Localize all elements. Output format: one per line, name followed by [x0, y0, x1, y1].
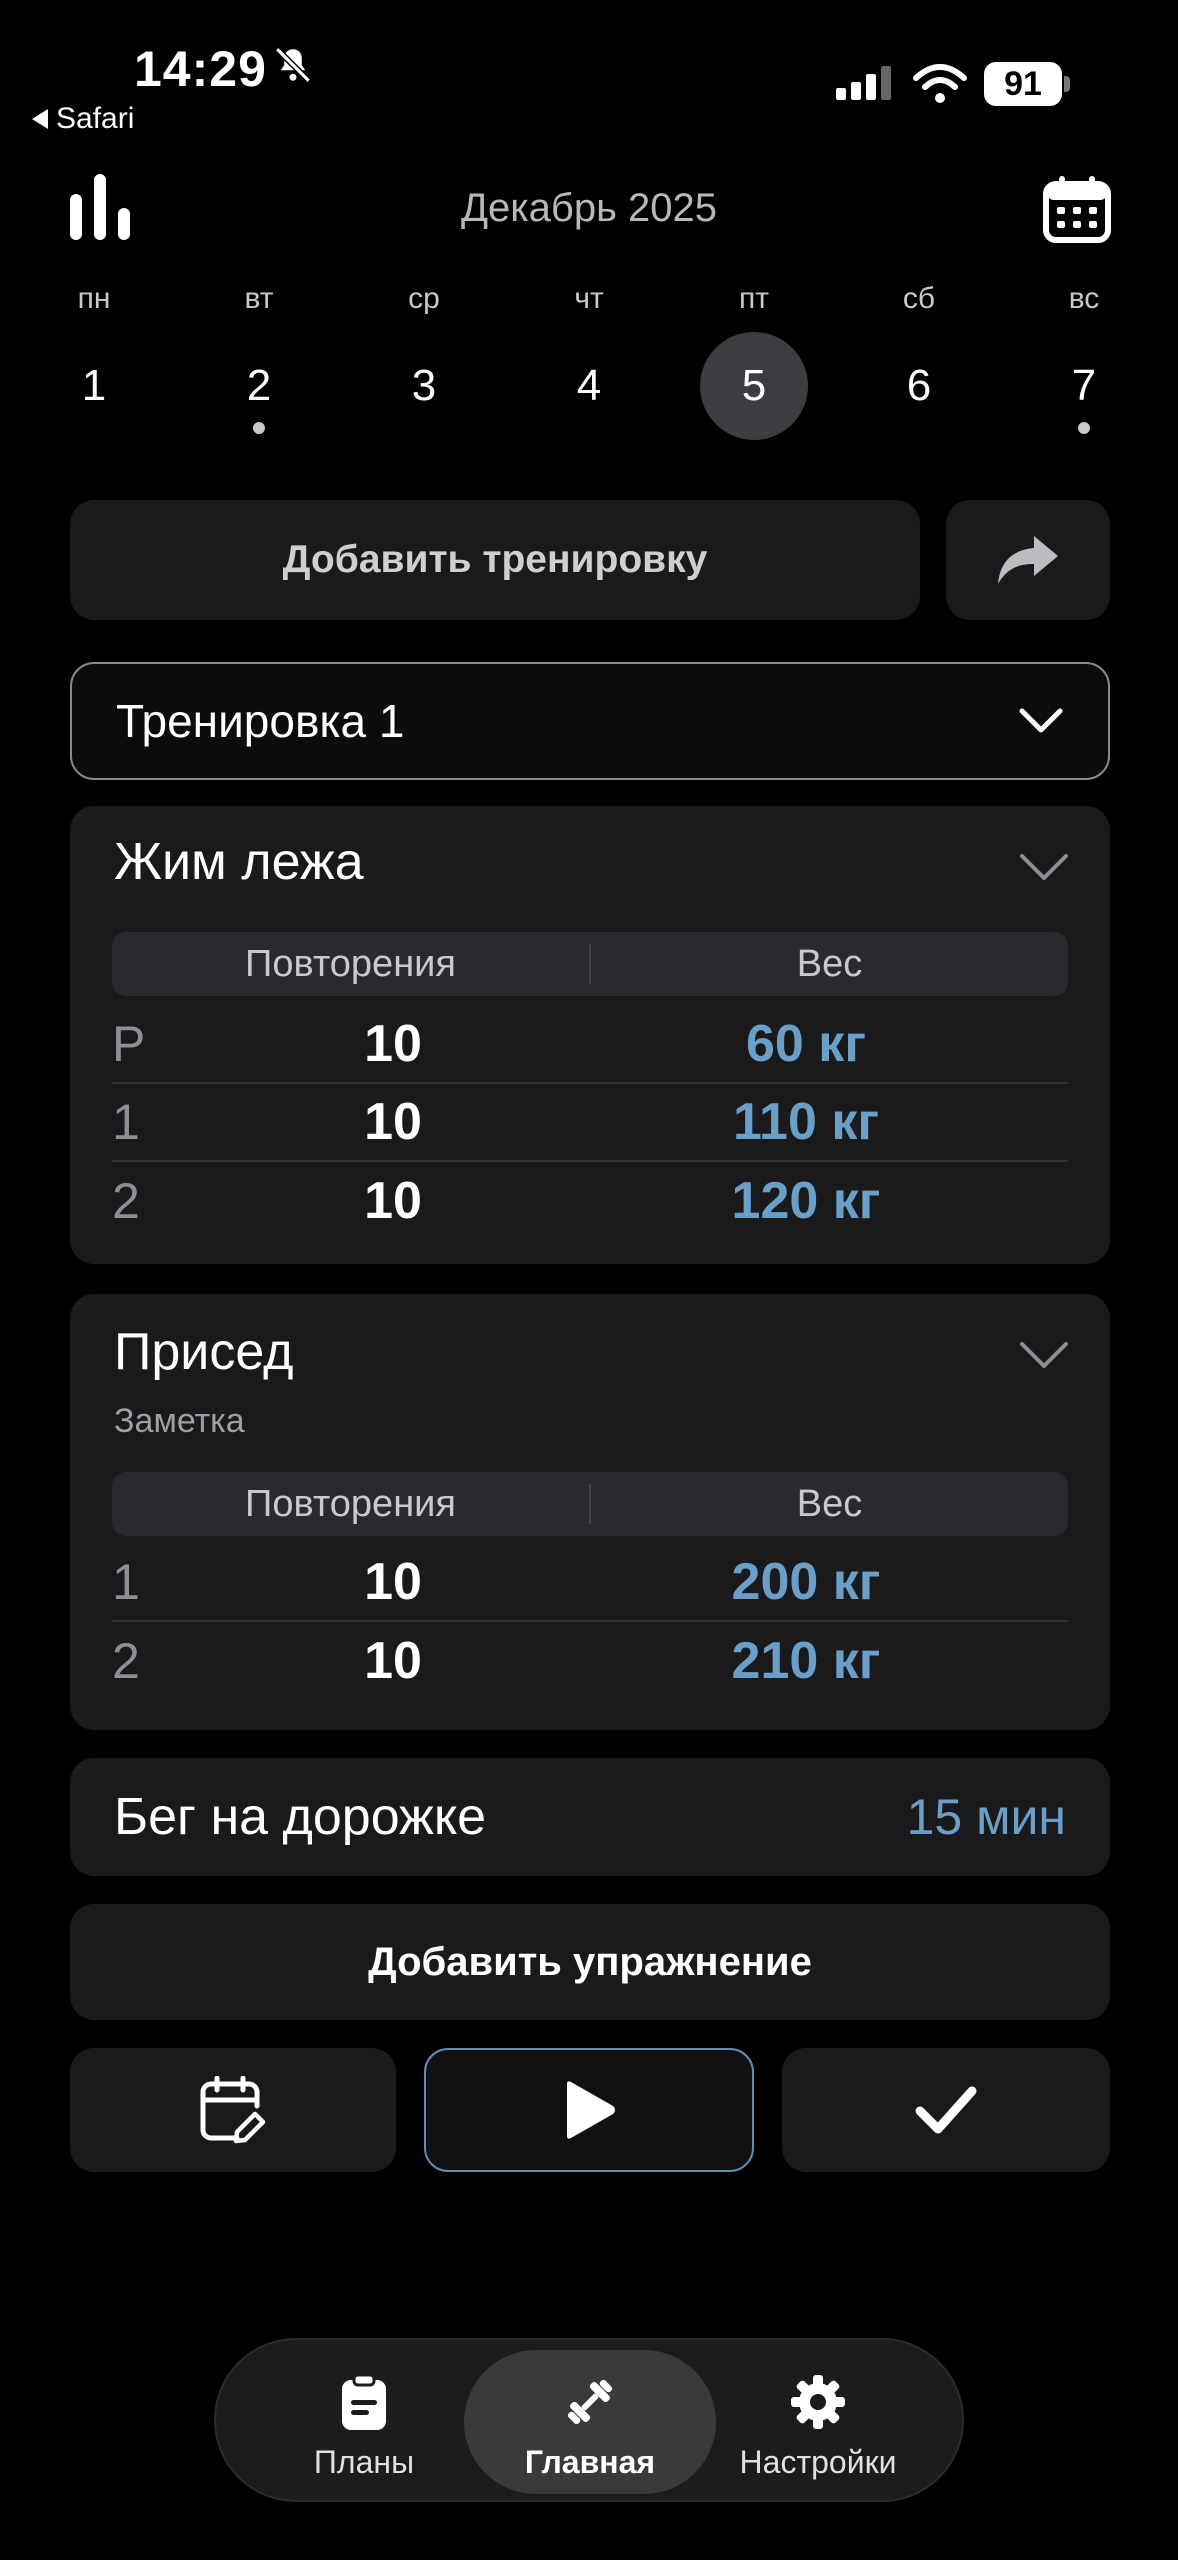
- finish-workout-button[interactable]: [782, 2048, 1110, 2172]
- exercise-card: Присед Заметка Повторения Вес 1 10 200 к…: [70, 1294, 1110, 1730]
- battery-level: 91: [984, 62, 1062, 106]
- battery-tip: [1064, 76, 1070, 92]
- tab-bar: Планы Главная Настройки: [214, 2338, 964, 2502]
- set-index: 1: [112, 1554, 140, 1610]
- week-strip: пн 1 вт 2 ср 3 чт 4 пт 5 сб 6 вс 7: [32, 282, 1146, 442]
- tab-label: Настройки: [739, 2444, 897, 2480]
- exercise-title[interactable]: Жим лежа: [114, 832, 364, 892]
- gear-icon: [791, 2375, 845, 2429]
- clipboard-icon: [342, 2373, 386, 2430]
- day-wed[interactable]: ср 3: [362, 282, 486, 442]
- status-time: 14:29: [134, 41, 267, 97]
- set-index: 1: [112, 1094, 140, 1150]
- cardio-duration[interactable]: 15 мин: [907, 1788, 1066, 1846]
- dumbbell-icon: [567, 2379, 613, 2425]
- day-name: пн: [77, 282, 111, 315]
- set-weight[interactable]: 200 кг: [656, 1552, 956, 1612]
- cardio-exercise-card[interactable]: Бег на дорожке 15 мин: [70, 1758, 1110, 1876]
- exercise-note[interactable]: Заметка: [114, 1402, 245, 1441]
- workout-dot: [1078, 422, 1090, 434]
- set-weight[interactable]: 60 кг: [656, 1014, 956, 1074]
- col-reps-header: Повторения: [245, 942, 456, 985]
- day-name: вс: [1068, 282, 1100, 315]
- day-number: 1: [81, 361, 107, 410]
- set-reps[interactable]: 10: [318, 1171, 468, 1231]
- share-button[interactable]: [946, 500, 1110, 620]
- wifi-icon: [913, 64, 967, 103]
- day-thu[interactable]: чт 4: [527, 282, 651, 442]
- checkmark-icon: [915, 2086, 977, 2134]
- exercise-title[interactable]: Присед: [114, 1322, 293, 1382]
- col-weight-header: Вес: [796, 1482, 863, 1525]
- set-index: 2: [112, 1173, 140, 1229]
- day-number: 6: [906, 361, 932, 410]
- tab-label: Планы: [313, 2444, 415, 2480]
- set-reps[interactable]: 10: [318, 1631, 468, 1691]
- set-row[interactable]: Р 10 60 кг: [112, 1006, 1068, 1084]
- day-name: сб: [902, 282, 936, 315]
- day-name: чт: [574, 282, 604, 315]
- back-to-safari-link[interactable]: Safari: [32, 102, 134, 136]
- workout-select[interactable]: Тренировка 1: [70, 662, 1110, 780]
- calendar-icon[interactable]: [1042, 174, 1112, 244]
- battery-indicator: 91: [984, 62, 1074, 108]
- back-arrow-icon: [32, 109, 48, 129]
- set-row[interactable]: 2 10 210 кг: [112, 1622, 1068, 1700]
- day-name: вт: [244, 282, 274, 315]
- share-arrow-icon: [998, 536, 1058, 584]
- sets-table-header: Повторения Вес: [112, 1472, 1068, 1536]
- chevron-down-icon[interactable]: [1018, 852, 1070, 882]
- day-number: 5: [700, 332, 808, 440]
- day-tue[interactable]: вт 2: [197, 282, 321, 442]
- day-mon[interactable]: пн 1: [32, 282, 156, 442]
- workout-select-value: Тренировка 1: [116, 695, 405, 747]
- set-reps[interactable]: 10: [318, 1014, 468, 1074]
- bell-slash-icon: [275, 47, 311, 83]
- add-workout-button[interactable]: Добавить тренировку: [70, 500, 920, 620]
- day-fri-selected[interactable]: пт 5: [692, 282, 816, 442]
- chevron-down-icon: [1019, 708, 1063, 733]
- set-row[interactable]: 1 10 200 кг: [112, 1544, 1068, 1622]
- month-title[interactable]: Декабрь 2025: [0, 186, 1178, 231]
- set-index: Р: [112, 1016, 146, 1072]
- set-weight[interactable]: 210 кг: [656, 1631, 956, 1691]
- day-sat[interactable]: сб 6: [857, 282, 981, 442]
- cardio-name: Бег на дорожке: [114, 1788, 487, 1846]
- tab-home[interactable]: Главная: [464, 2350, 716, 2494]
- set-weight[interactable]: 120 кг: [656, 1171, 956, 1231]
- tab-label: Главная: [524, 2444, 656, 2480]
- edit-date-button[interactable]: [70, 2048, 396, 2172]
- day-name: ср: [408, 282, 440, 315]
- set-weight[interactable]: 110 кг: [656, 1092, 956, 1152]
- day-name: пт: [739, 282, 769, 315]
- chevron-down-icon[interactable]: [1018, 1340, 1070, 1370]
- set-reps[interactable]: 10: [318, 1552, 468, 1612]
- calendar-edit-icon: [200, 2076, 266, 2144]
- col-reps-header: Повторения: [245, 1482, 456, 1525]
- back-label: Safari: [56, 102, 135, 135]
- add-exercise-button[interactable]: Добавить упражнение: [70, 1904, 1110, 2020]
- set-row[interactable]: 2 10 120 кг: [112, 1162, 1068, 1240]
- day-number: 3: [411, 361, 437, 410]
- cellular-signal-icon: [836, 66, 891, 100]
- day-sun[interactable]: вс 7: [1022, 282, 1146, 442]
- exercise-card: Жим лежа Повторения Вес Р 10 60 кг 1 10 …: [70, 806, 1110, 1264]
- tab-plans[interactable]: Планы: [238, 2350, 490, 2494]
- set-index: 2: [112, 1633, 140, 1689]
- day-number: 4: [576, 361, 602, 410]
- play-icon: [567, 2081, 615, 2139]
- set-reps[interactable]: 10: [318, 1092, 468, 1152]
- start-workout-button[interactable]: [424, 2048, 754, 2172]
- set-row[interactable]: 1 10 110 кг: [112, 1084, 1068, 1162]
- col-weight-header: Вес: [796, 942, 863, 985]
- sets-table-header: Повторения Вес: [112, 932, 1068, 996]
- tab-settings[interactable]: Настройки: [692, 2350, 944, 2494]
- workout-dot: [253, 422, 265, 434]
